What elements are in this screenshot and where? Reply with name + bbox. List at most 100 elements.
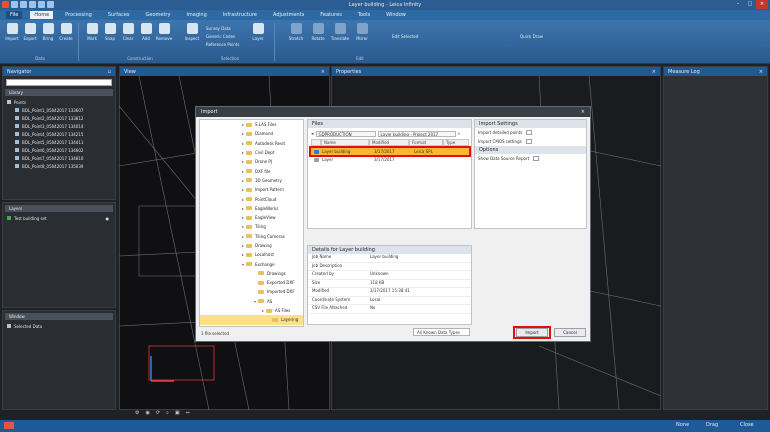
folder-item[interactable]: ▸ Diamond bbox=[200, 129, 303, 138]
tab-surfaces[interactable]: Surfaces bbox=[104, 11, 134, 19]
column-type[interactable]: Type bbox=[443, 139, 469, 146]
tree-root-points[interactable]: Points bbox=[3, 98, 115, 106]
file-type-select[interactable]: All Known Data Types bbox=[413, 328, 470, 336]
folder-item[interactable]: ▸ Drone PJ bbox=[200, 157, 303, 166]
setting-cmos[interactable]: Import CMOS settings bbox=[475, 137, 586, 146]
layers-header[interactable]: Layers bbox=[5, 205, 113, 212]
folder-item[interactable]: ▸ 3D Geometry bbox=[200, 176, 303, 185]
rotate-icon[interactable]: ⟳ bbox=[156, 410, 160, 416]
folder-item[interactable]: ▸ EagleWorks bbox=[200, 204, 303, 213]
clear-button[interactable]: Clear bbox=[120, 23, 136, 47]
cancel-button[interactable]: Cancel bbox=[554, 328, 586, 337]
snap-button[interactable]: Snap bbox=[102, 23, 118, 47]
remove-button[interactable]: Remove bbox=[156, 23, 172, 47]
back-icon[interactable]: ◂ bbox=[311, 131, 314, 137]
folder-item[interactable]: ▸ PointCloud bbox=[200, 194, 303, 203]
list-item[interactable]: BDL_Point7_05042017 134810 bbox=[3, 154, 115, 162]
folder-item[interactable]: ▸ S.LAS.Files bbox=[200, 120, 303, 129]
reference-points-item[interactable]: Reference Points bbox=[206, 42, 239, 47]
eye-icon[interactable]: ● bbox=[106, 216, 110, 221]
folder-item[interactable]: Drawings bbox=[200, 269, 303, 278]
list-item[interactable]: BDL_Point6_05042017 134602 bbox=[3, 146, 115, 154]
detailed-points-checkbox[interactable] bbox=[526, 130, 533, 135]
fit-icon[interactable]: ▣ bbox=[175, 410, 180, 416]
layer-button[interactable]: Layer bbox=[250, 23, 266, 47]
folder-item-selected[interactable]: Layering bbox=[200, 315, 303, 325]
tab-features[interactable]: Features bbox=[316, 11, 346, 19]
search-icon[interactable]: ⌕ bbox=[458, 131, 461, 137]
open-icon[interactable] bbox=[38, 1, 45, 8]
tab-adjustments[interactable]: Adjustments bbox=[269, 11, 308, 19]
pin-icon[interactable]: ▫ bbox=[108, 69, 111, 75]
column-name[interactable]: Name bbox=[321, 139, 369, 146]
folder-item[interactable]: Exported DXF bbox=[200, 278, 303, 287]
list-item[interactable]: BDL_Point3_05042017 134014 bbox=[3, 122, 115, 130]
file-row[interactable]: Layer 3/17/2017 bbox=[311, 156, 469, 163]
tab-file[interactable]: File bbox=[6, 11, 23, 19]
close-icon[interactable]: × bbox=[581, 109, 585, 115]
layer-item[interactable]: Test building set ● bbox=[3, 214, 115, 222]
status-drag[interactable]: Drag bbox=[706, 422, 718, 428]
tab-processing[interactable]: Processing bbox=[61, 11, 96, 19]
status-none[interactable]: None bbox=[676, 422, 689, 428]
app-icon[interactable] bbox=[2, 1, 9, 8]
mark-button[interactable]: Mark bbox=[84, 23, 100, 47]
tab-tools[interactable]: Tools bbox=[354, 11, 374, 19]
folder-item[interactable]: Imported DXF bbox=[200, 287, 303, 296]
status-close[interactable]: Close bbox=[740, 422, 754, 428]
close-icon[interactable]: × bbox=[652, 69, 656, 75]
folder-item[interactable]: ▾ AS bbox=[200, 297, 303, 306]
column-modified[interactable]: Modified bbox=[369, 139, 409, 146]
gear-icon[interactable]: ⚙ bbox=[135, 410, 139, 416]
inspect-button[interactable]: Inspect bbox=[184, 23, 200, 47]
close-icon[interactable]: × bbox=[759, 69, 763, 75]
import-button[interactable]: Import bbox=[4, 23, 20, 47]
search-input[interactable]: Layer building - Project 2017 bbox=[377, 130, 456, 137]
tab-geometry[interactable]: Geometry bbox=[142, 11, 175, 19]
generic-codes-item[interactable]: Generic Codes bbox=[206, 34, 235, 39]
report-checkbox[interactable] bbox=[533, 156, 540, 161]
folder-item[interactable]: ▸ EagleView bbox=[200, 213, 303, 222]
folder-item[interactable]: ▸ Localhost bbox=[200, 250, 303, 259]
folder-item[interactable]: ▸ Tiling Cameras bbox=[200, 232, 303, 241]
list-item[interactable]: BDL_Point2_05042017 133812 bbox=[3, 114, 115, 122]
setting-detailed-points[interactable]: Import detailed points bbox=[475, 128, 586, 137]
folder-item[interactable]: ▸ Import Pattern bbox=[200, 185, 303, 194]
setting-report[interactable]: Show Data Source Report bbox=[475, 154, 586, 163]
folder-item[interactable]: ▾ Exchange bbox=[200, 259, 303, 268]
list-item[interactable]: BDL_Point5_05042017 134411 bbox=[3, 138, 115, 146]
tab-imaging[interactable]: Imaging bbox=[182, 11, 210, 19]
list-item[interactable]: BDL_Point8_05042017 135039 bbox=[3, 162, 115, 170]
edit-selected-item[interactable]: Edit Selected bbox=[392, 34, 418, 39]
library-section[interactable]: Library bbox=[5, 89, 113, 96]
close-icon[interactable]: × bbox=[321, 69, 325, 75]
list-item[interactable]: BDL_Point1_05042017 133607 bbox=[3, 106, 115, 114]
navigator-search-input[interactable] bbox=[6, 79, 112, 86]
zoom-icon[interactable]: ⌕ bbox=[166, 410, 169, 416]
tab-window[interactable]: Window bbox=[382, 11, 410, 19]
export-button[interactable]: Export bbox=[22, 23, 38, 47]
window-header[interactable]: Window bbox=[5, 313, 113, 320]
mirror-button[interactable]: Mirror bbox=[354, 23, 370, 47]
print-icon[interactable] bbox=[47, 1, 54, 8]
camera-icon[interactable]: ◉ bbox=[145, 410, 149, 416]
save-icon[interactable] bbox=[11, 1, 18, 8]
folder-item[interactable]: ▸ AS Files bbox=[200, 306, 303, 315]
survey-data-item[interactable]: Survey Data bbox=[206, 26, 231, 31]
tab-home[interactable]: Home bbox=[30, 11, 54, 19]
tab-infrastructure[interactable]: Infrastructure bbox=[219, 11, 261, 19]
maximize-icon[interactable]: □ bbox=[744, 0, 756, 9]
create-button[interactable]: Create bbox=[58, 23, 74, 47]
minimize-icon[interactable]: – bbox=[732, 0, 744, 9]
quick-draw-item[interactable]: Quick Draw bbox=[520, 34, 543, 39]
translate-button[interactable]: Translate bbox=[331, 23, 349, 47]
folder-item[interactable]: ▸ Tiling bbox=[200, 222, 303, 231]
folder-item[interactable]: ▸ Drawing bbox=[200, 241, 303, 250]
column-format[interactable]: Format bbox=[409, 139, 443, 146]
stretch-button[interactable]: Stretch bbox=[288, 23, 304, 47]
window-item[interactable]: Selected Data bbox=[3, 322, 115, 330]
undo-icon[interactable] bbox=[20, 1, 27, 8]
folder-item[interactable]: ▸ Autodesk Revit bbox=[200, 139, 303, 148]
path-field[interactable]: GDPRODUCTION bbox=[315, 130, 376, 137]
close-icon[interactable]: × bbox=[756, 0, 768, 9]
